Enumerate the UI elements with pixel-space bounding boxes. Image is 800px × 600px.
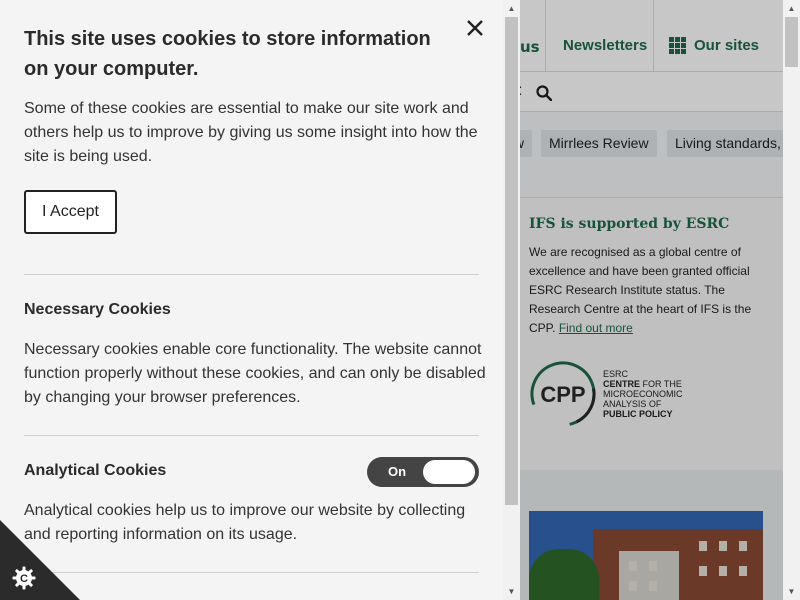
close-icon[interactable] — [462, 15, 488, 41]
divider — [24, 572, 479, 573]
cookie-panel-scrollbar-thumb[interactable] — [505, 17, 518, 505]
divider — [24, 435, 479, 436]
toggle-state-label: On — [388, 464, 407, 479]
necessary-cookies-title: Necessary Cookies — [24, 301, 171, 318]
cookie-consent-panel: This site uses cookies to store informat… — [0, 0, 503, 600]
analytical-cookies-title: Analytical Cookies — [24, 462, 167, 479]
divider — [24, 274, 479, 275]
page-scrollbar-thumb[interactable] — [785, 17, 798, 67]
analytical-cookies-text: Analytical cookies help us to improve ou… — [24, 502, 466, 543]
accept-button[interactable]: I Accept — [24, 190, 117, 234]
cookie-gear-icon: C — [12, 566, 36, 590]
toggle-knob — [423, 460, 475, 484]
necessary-cookies-text: Necessary cookies enable core functional… — [24, 341, 486, 406]
scroll-down-arrow[interactable]: ▼ — [783, 583, 800, 600]
page-scrollbar[interactable]: ▲ ▼ — [783, 0, 800, 600]
panel-scroll-up-arrow[interactable]: ▲ — [503, 0, 520, 17]
cookie-panel-scrollbar[interactable]: ▲ ▼ — [503, 0, 520, 600]
badge-letter: C — [20, 573, 28, 585]
cookie-panel-intro: Some of these cookies are essential to m… — [24, 100, 478, 165]
panel-scroll-down-arrow[interactable]: ▼ — [503, 583, 520, 600]
scroll-up-arrow[interactable]: ▲ — [783, 0, 800, 17]
cookie-panel-title: This site uses cookies to store informat… — [24, 28, 431, 80]
analytical-cookies-toggle[interactable]: On — [367, 457, 479, 487]
